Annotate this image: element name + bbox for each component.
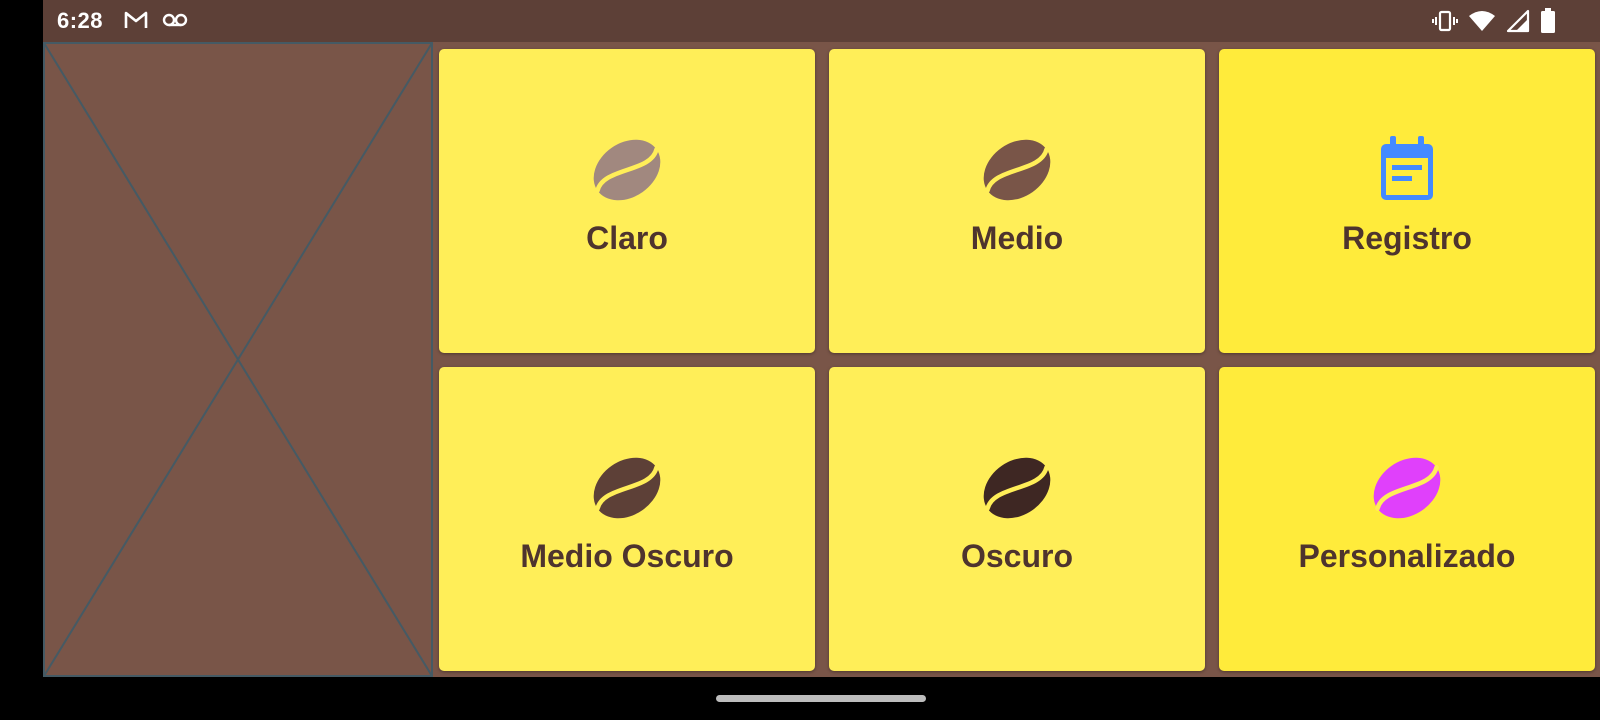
- tile-label: Registro: [1342, 219, 1472, 256]
- tile-label: Claro: [586, 219, 668, 256]
- tile-oscuro[interactable]: Oscuro: [829, 367, 1205, 671]
- coffee-bean-icon: [589, 450, 665, 526]
- device-screen: 6:28 Claro Medio Registro Medio Oscuro O…: [43, 0, 1600, 720]
- tile-personalizado[interactable]: Personalizado: [1219, 367, 1595, 671]
- status-time: 6:28: [57, 8, 104, 33]
- tile-label: Personalizado: [1298, 537, 1516, 574]
- tile-claro[interactable]: Claro: [439, 49, 815, 353]
- home-gesture-handle[interactable]: [716, 695, 926, 702]
- status-bar: 6:28: [43, 0, 1600, 42]
- tile-label: Medio: [970, 219, 1064, 256]
- coffee-bean-icon: [979, 450, 1055, 526]
- tile-medio-oscuro[interactable]: Medio Oscuro: [439, 367, 815, 671]
- vibrate-icon: [1432, 9, 1458, 33]
- coffee-bean-icon: [589, 132, 665, 208]
- calendar-icon: [1369, 132, 1445, 208]
- wifi-icon: [1468, 9, 1496, 33]
- navigation-bar: [43, 677, 1600, 720]
- status-system-icons: [1432, 8, 1556, 34]
- tile-registro[interactable]: Registro: [1219, 49, 1595, 353]
- signal-icon: [1506, 9, 1530, 33]
- tile-label: Medio Oscuro: [520, 537, 734, 574]
- coffee-bean-icon: [979, 132, 1055, 208]
- image-placeholder: [43, 42, 433, 677]
- status-notification-icons: [123, 9, 189, 31]
- battery-icon: [1540, 8, 1556, 34]
- tile-label: Oscuro: [960, 537, 1074, 574]
- tile-medio[interactable]: Medio: [829, 49, 1205, 353]
- gmail-icon: [123, 9, 149, 31]
- app-content: Claro Medio Registro Medio Oscuro Oscuro…: [43, 42, 1600, 677]
- placeholder-cross-icon: [43, 42, 433, 677]
- coffee-bean-icon: [1369, 450, 1445, 526]
- voicemail-icon: [161, 9, 189, 31]
